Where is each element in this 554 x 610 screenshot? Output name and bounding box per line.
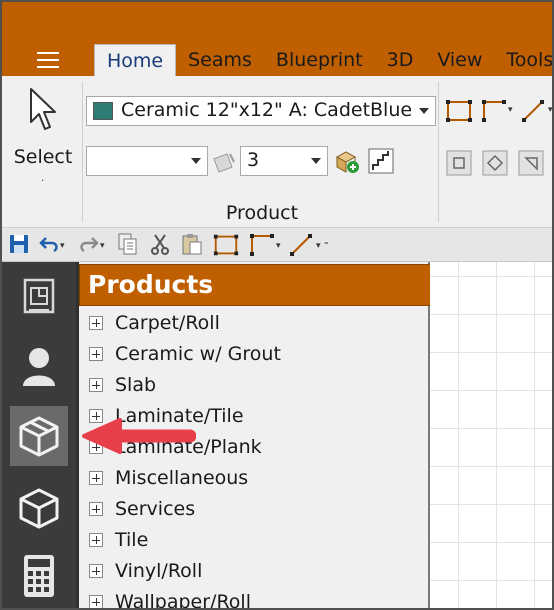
svg-text:⁼: ⁼ (324, 241, 329, 251)
copy-icon[interactable] (116, 232, 140, 256)
hamburger-icon (37, 52, 59, 68)
square-shape-icon[interactable] (446, 150, 472, 176)
app-menu-button[interactable] (2, 44, 94, 76)
red-arrow-annotation-icon (82, 418, 196, 454)
rectangle-draw-icon[interactable] (212, 232, 240, 258)
line-draw-icon[interactable]: ▾ (520, 98, 554, 124)
select-dropdown-caret[interactable]: · (41, 176, 44, 187)
app-window: Home Seams Blueprint 3D View Tools Selec… (0, 0, 554, 610)
tab-blueprint[interactable]: Blueprint (263, 44, 375, 76)
svg-text:▾: ▾ (548, 105, 553, 115)
ribbon-tabs: Home Seams Blueprint 3D View Tools (94, 44, 552, 76)
number-combo[interactable]: 3 (240, 146, 328, 176)
select-button[interactable]: Select · (8, 80, 78, 192)
corner-draw-icon[interactable]: ▾ (480, 98, 516, 124)
calculator-icon (24, 555, 54, 597)
paste-icon[interactable] (180, 232, 204, 256)
ribbon-separator (438, 82, 439, 222)
add-product-icon[interactable] (334, 148, 360, 174)
tree-item-carpet-roll[interactable]: Carpet/Roll (89, 308, 220, 338)
triangle-shape-icon[interactable] (518, 150, 544, 176)
quick-access-toolbar: ▾ ▾ ▾ ▾ ⁼ (2, 228, 552, 262)
calculator-button[interactable] (10, 546, 68, 606)
expand-plus-icon[interactable] (89, 564, 103, 578)
products-box-icon (19, 416, 59, 457)
person-icon (23, 348, 55, 386)
product-combo-value: Ceramic 12"x12" A: CadetBlue (121, 99, 413, 121)
products-button[interactable] (10, 406, 68, 466)
svg-text:▾: ▾ (508, 105, 513, 115)
line-draw-icon[interactable]: ▾ ⁼ (288, 232, 334, 258)
diamond-shape-icon[interactable] (482, 150, 508, 176)
blueprint-button[interactable] (10, 266, 68, 326)
tree-item-wallpaper-roll[interactable]: Wallpaper/Roll (89, 587, 251, 608)
corner-draw-icon[interactable]: ▾ (248, 232, 284, 258)
select-label: Select (13, 146, 73, 168)
tree-item-tile[interactable]: Tile (89, 525, 148, 555)
blueprint-icon (23, 278, 55, 314)
rectangle-draw-icon[interactable] (444, 98, 474, 124)
chevron-down-icon (311, 158, 321, 164)
paint-bucket-icon[interactable] (212, 148, 238, 174)
tab-seams[interactable]: Seams (176, 44, 264, 76)
expand-plus-icon[interactable] (89, 595, 103, 608)
ribbon-separator (82, 82, 83, 222)
svg-text:▾: ▾ (60, 241, 65, 251)
stairs-icon[interactable] (368, 148, 394, 174)
cursor-arrow-icon (30, 88, 56, 130)
tree-item-vinyl-roll[interactable]: Vinyl/Roll (89, 556, 202, 586)
products-panel-title: Products (88, 270, 214, 299)
cut-icon[interactable] (148, 232, 172, 256)
expand-plus-icon[interactable] (89, 471, 103, 485)
ribbon-group-label: Product (225, 202, 299, 224)
customer-button[interactable] (10, 336, 68, 396)
product-color-swatch (93, 102, 113, 120)
tab-tools[interactable]: Tools (494, 44, 552, 76)
tab-view[interactable]: View (425, 44, 495, 76)
redo-icon[interactable]: ▾ (78, 232, 108, 256)
tree-item-services[interactable]: Services (89, 494, 195, 524)
svg-text:▾: ▾ (276, 241, 281, 251)
svg-text:▾: ▾ (316, 241, 321, 251)
expand-plus-icon[interactable] (89, 502, 103, 516)
tab-home[interactable]: Home (94, 44, 177, 76)
save-icon[interactable] (8, 232, 30, 256)
number-combo-value: 3 (247, 149, 260, 171)
tab-3d[interactable]: 3D (374, 44, 426, 76)
3d-view-button[interactable] (10, 478, 68, 538)
expand-plus-icon[interactable] (89, 316, 103, 330)
style-combo[interactable] (86, 146, 208, 176)
svg-text:▾: ▾ (100, 241, 105, 251)
product-combo[interactable]: Ceramic 12"x12" A: CadetBlue (86, 96, 436, 126)
chevron-down-icon (419, 108, 429, 114)
drawing-canvas[interactable] (430, 262, 552, 608)
expand-plus-icon[interactable] (89, 533, 103, 547)
expand-plus-icon[interactable] (89, 378, 103, 392)
tree-item-miscellaneous[interactable]: Miscellaneous (89, 463, 248, 493)
undo-icon[interactable]: ▾ (38, 232, 68, 256)
products-panel-header: Products (79, 264, 431, 306)
chevron-down-icon (191, 158, 201, 164)
title-bar (2, 2, 552, 44)
expand-plus-icon[interactable] (89, 347, 103, 361)
tree-item-ceramic-grout[interactable]: Ceramic w/ Grout (89, 339, 281, 369)
ribbon: Select · Ceramic 12"x12" A: CadetBlue 3 (2, 76, 554, 228)
cube-icon (19, 488, 59, 529)
tree-item-slab[interactable]: Slab (89, 370, 156, 400)
